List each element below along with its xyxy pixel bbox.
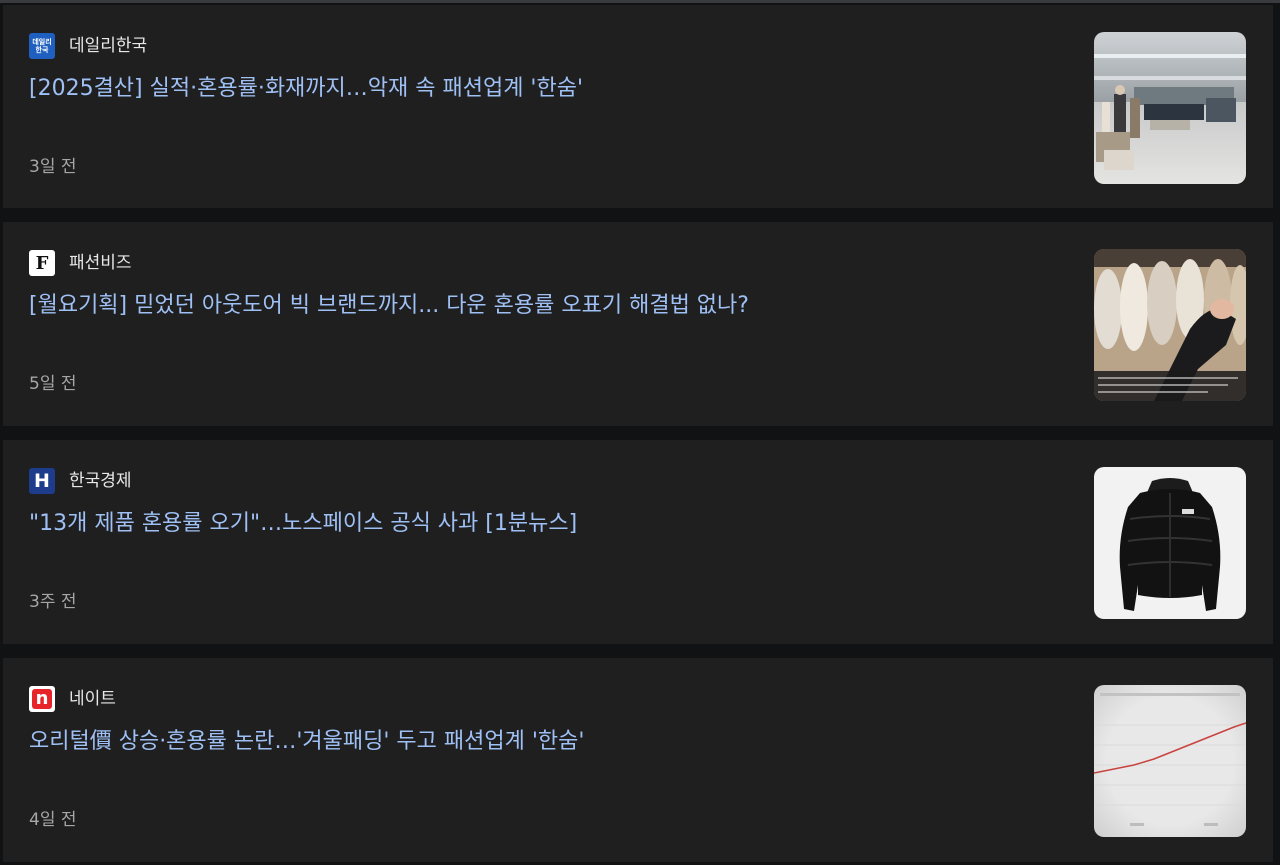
hankyung-logo-icon: H	[29, 468, 55, 494]
nate-logo-mark: n	[32, 689, 52, 709]
dailyhankook-logo-icon: 데일리 한국	[29, 33, 55, 59]
news-card[interactable]: H 한국경제 "13개 제품 혼용률 오기"…노스페이스 공식 사과 [1분뉴스…	[3, 440, 1273, 644]
logo-text: F	[35, 252, 49, 274]
published-time: 3주 전	[29, 592, 77, 612]
logo-text-line: 한국	[35, 46, 49, 54]
source-row: n 네이트	[29, 686, 116, 712]
source-row: H 한국경제	[29, 468, 132, 494]
article-headline-link[interactable]: 오리털價 상승·혼용률 논란…'겨울패딩' 두고 패션업계 '한숨'	[29, 726, 1069, 758]
news-feed: 데일리 한국 데일리한국 [2025결산] 실적·혼용률·화재까지…악재 속 패…	[0, 0, 1280, 865]
source-name[interactable]: 데일리한국	[69, 33, 147, 59]
published-time: 3일 전	[29, 157, 77, 177]
news-card[interactable]: n 네이트 오리털價 상승·혼용률 논란…'겨울패딩' 두고 패션업계 '한숨'…	[3, 658, 1273, 862]
source-row: F 패션비즈	[29, 250, 132, 276]
fashionbiz-logo-icon: F	[29, 250, 55, 276]
logo-text: H	[34, 470, 50, 492]
store-interior-thumbnail[interactable]	[1094, 32, 1246, 184]
nate-logo-icon: n	[29, 686, 55, 712]
source-row: 데일리 한국 데일리한국	[29, 33, 147, 59]
black-puffer-jacket-thumbnail[interactable]	[1094, 467, 1246, 619]
logo-text: n	[35, 688, 49, 709]
price-trend-chart-thumbnail[interactable]	[1094, 685, 1246, 837]
published-time: 4일 전	[29, 810, 77, 830]
top-divider	[0, 0, 1280, 3]
news-card[interactable]: F 패션비즈 [월요기획] 믿었던 아웃도어 빅 브랜드까지... 다운 혼용률…	[3, 222, 1273, 426]
published-time: 5일 전	[29, 374, 77, 394]
article-headline-link[interactable]: [월요기획] 믿었던 아웃도어 빅 브랜드까지... 다운 혼용률 오표기 해결…	[29, 290, 1069, 322]
source-name[interactable]: 네이트	[69, 686, 116, 712]
source-name[interactable]: 패션비즈	[69, 250, 132, 276]
news-card[interactable]: 데일리 한국 데일리한국 [2025결산] 실적·혼용률·화재까지…악재 속 패…	[3, 5, 1273, 208]
down-jackets-rack-thumbnail[interactable]	[1094, 249, 1246, 401]
article-headline-link[interactable]: [2025결산] 실적·혼용률·화재까지…악재 속 패션업계 '한숨'	[29, 73, 1069, 105]
source-name[interactable]: 한국경제	[69, 468, 132, 494]
logo-text-line: 데일리	[32, 38, 52, 46]
article-headline-link[interactable]: "13개 제품 혼용률 오기"…노스페이스 공식 사과 [1분뉴스]	[29, 508, 1069, 540]
